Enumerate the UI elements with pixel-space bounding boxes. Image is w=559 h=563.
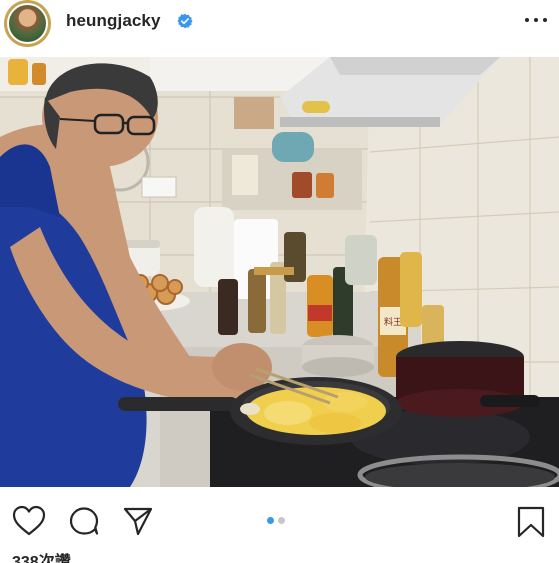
comment-icon[interactable] [68,505,100,537]
verified-badge-icon [177,13,193,29]
kitchen-cooking-photo: 料王 [0,57,559,487]
more-options-icon[interactable] [525,12,547,28]
username[interactable]: heungjacky [66,11,161,31]
carousel-dot-inactive [278,517,285,524]
post-actions [0,487,559,547]
carousel-dot-active [267,517,274,524]
instagram-post: heungjacky 料王 338次讚 [0,0,559,563]
avatar[interactable] [4,0,51,47]
bookmark-icon[interactable] [515,505,547,539]
send-icon[interactable] [122,505,154,537]
post-header: heungjacky [0,0,559,50]
carousel-indicator [267,517,285,524]
heart-icon[interactable] [12,505,46,537]
post-photo[interactable]: 料王 [0,57,559,487]
bottle-label-text: 料王 [384,316,402,328]
avatar-image [7,3,48,44]
likes-count[interactable]: 338次讚 [12,548,71,563]
